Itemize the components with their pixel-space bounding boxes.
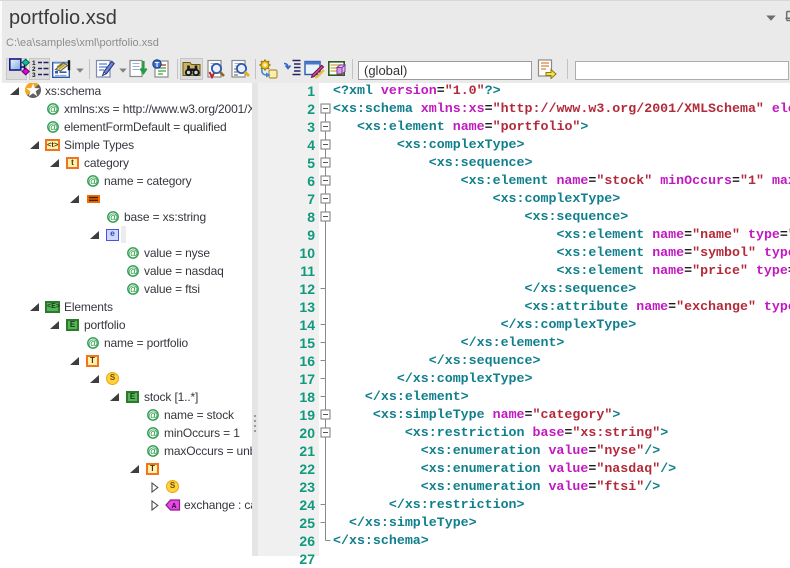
svg-text:T: T [155, 60, 160, 69]
svg-text:3: 3 [32, 72, 36, 77]
